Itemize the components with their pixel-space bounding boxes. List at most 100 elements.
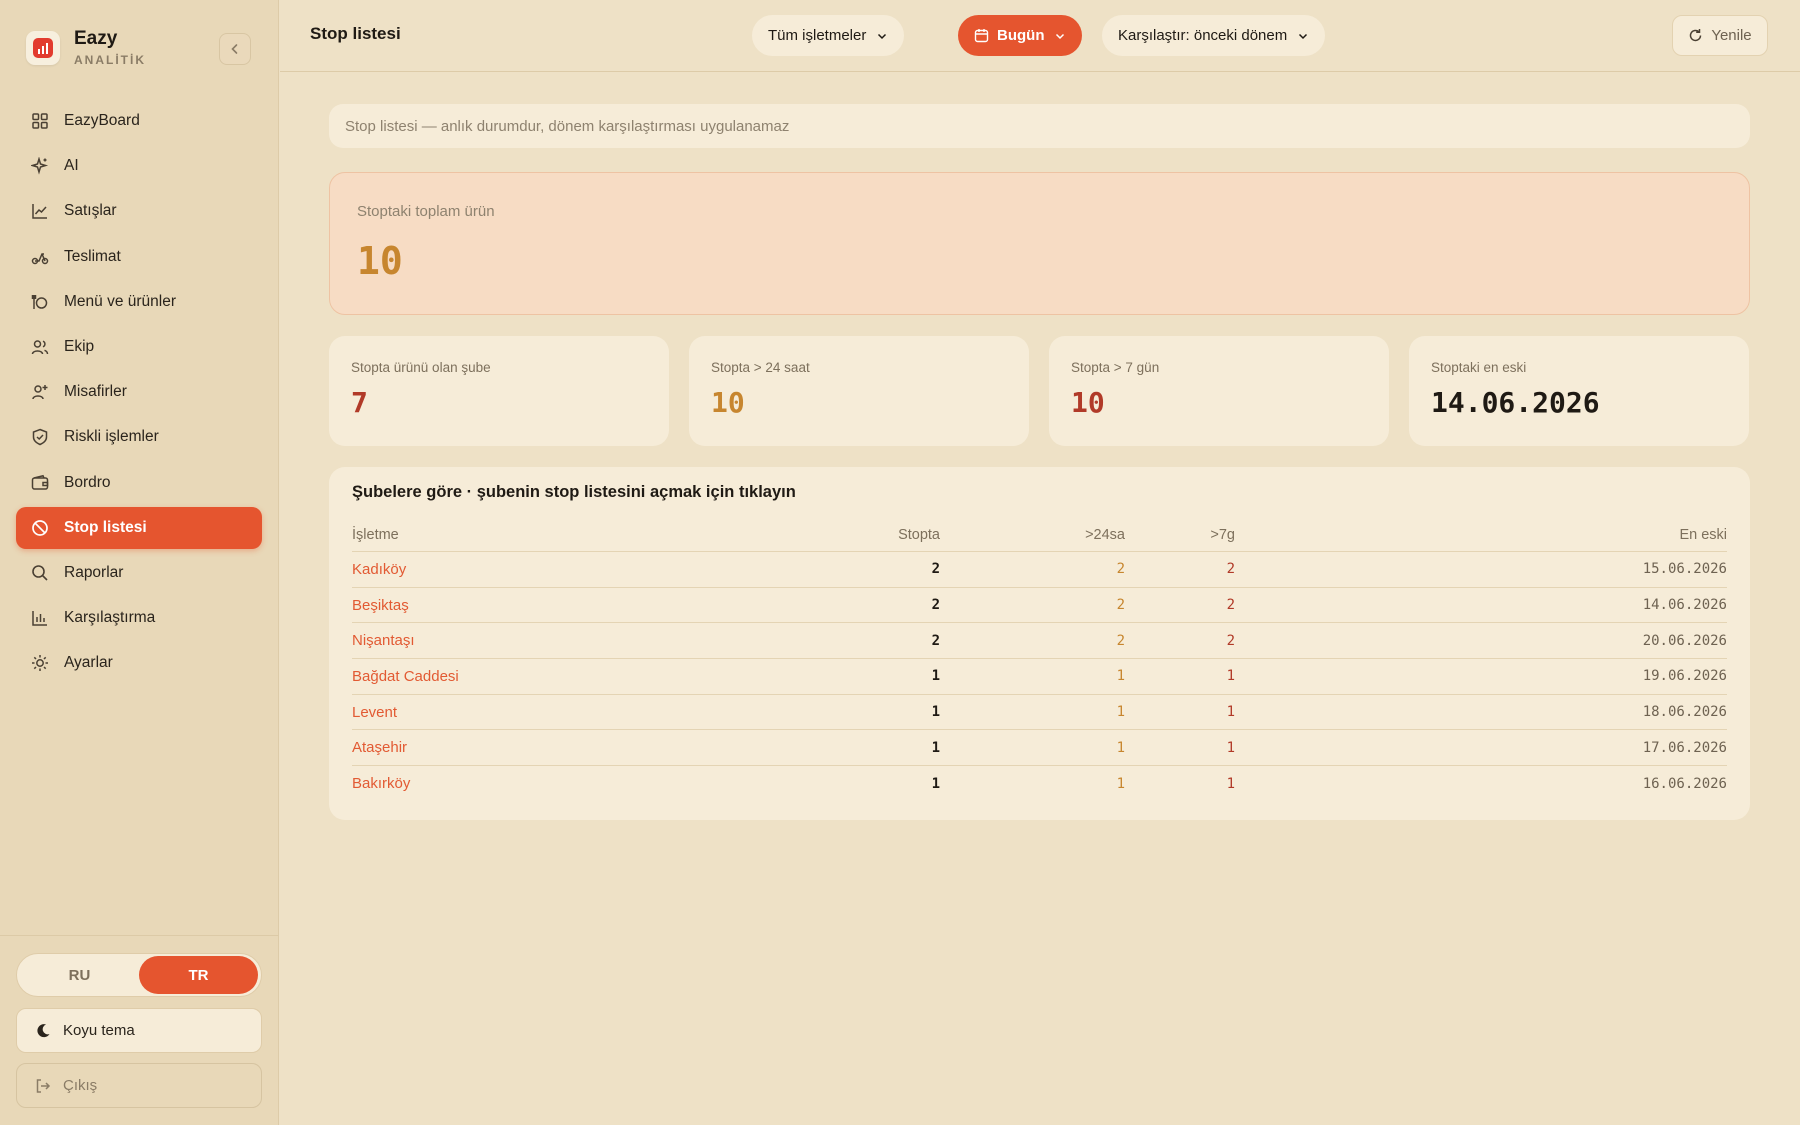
kpi-label: Stopta > 7 gün bbox=[1071, 360, 1160, 375]
branch-link[interactable]: Bakırköy bbox=[352, 766, 410, 802]
stop-count: 1 bbox=[931, 704, 940, 721]
refresh-icon bbox=[1688, 28, 1703, 43]
branch-link[interactable]: Bağdat Caddesi bbox=[352, 659, 459, 694]
sidebar-item-label: Stop listesi bbox=[64, 518, 147, 536]
sidebar-item-misafirler[interactable]: Misafirler bbox=[16, 371, 262, 413]
kpi-card-over-24h: Stopta > 24 saat 10 bbox=[689, 336, 1029, 446]
column-header-branch[interactable]: İşletme bbox=[352, 518, 399, 551]
sidebar-item-stop-listesi[interactable]: Stop listesi bbox=[16, 506, 262, 549]
lang-option-ru[interactable]: RU bbox=[20, 956, 139, 994]
sidebar-nav: EazyBoard AI Satışlar Teslimat Menü ve ü… bbox=[16, 100, 262, 687]
column-header-24h[interactable]: >24sa bbox=[1085, 518, 1125, 551]
wallet-icon bbox=[30, 473, 50, 493]
sidebar-divider bbox=[0, 935, 279, 936]
stop-count: 2 bbox=[931, 597, 940, 614]
compare-filter-value: Karşılaştır: önceki dönem bbox=[1118, 27, 1288, 44]
sidebar-item-ayarlar[interactable]: Ayarlar bbox=[16, 642, 262, 684]
sidebar-item-label: AI bbox=[64, 157, 79, 175]
oldest-date: 14.06.2026 bbox=[1642, 597, 1727, 614]
refresh-label: Yenile bbox=[1711, 27, 1752, 44]
table-row[interactable]: Beşiktaş 2 2 2 14.06.2026 bbox=[352, 588, 1727, 624]
sidebar: Eazy ANALİTİK EazyBoard AI Satışlar Tesl… bbox=[0, 0, 279, 1125]
chart-line-icon bbox=[30, 201, 50, 221]
table-row[interactable]: Nişantaşı 2 2 2 20.06.2026 bbox=[352, 623, 1727, 660]
user-plus-icon bbox=[30, 382, 50, 402]
sidebar-item-karsilastirma[interactable]: Karşılaştırma bbox=[16, 597, 262, 639]
sidebar-item-bordro[interactable]: Bordro bbox=[16, 462, 262, 504]
sidebar-item-label: Satışlar bbox=[64, 202, 117, 220]
sidebar-item-teslimat[interactable]: Teslimat bbox=[16, 236, 262, 278]
sidebar-item-ekip[interactable]: Ekip bbox=[16, 326, 262, 368]
kpi-label: Stoptaki en eski bbox=[1431, 360, 1527, 375]
logout-label: Çıkış bbox=[63, 1077, 98, 1094]
kpi-value: 7 bbox=[351, 386, 368, 419]
kpi-value: 10 bbox=[711, 386, 745, 419]
oldest-date: 20.06.2026 bbox=[1642, 632, 1727, 649]
column-header-stop[interactable]: Stopta bbox=[898, 518, 940, 551]
table-header-row: İşletme Stopta >24sa >7g En eski bbox=[352, 518, 1727, 552]
kpi-card-over-7d: Stopta > 7 gün 10 bbox=[1049, 336, 1389, 446]
over-7d-count: 2 bbox=[1226, 632, 1235, 649]
over-24h-count: 1 bbox=[1116, 775, 1125, 792]
dark-theme-label: Koyu tema bbox=[63, 1022, 135, 1039]
chevron-left-icon bbox=[231, 44, 238, 54]
oldest-date: 19.06.2026 bbox=[1642, 668, 1727, 685]
sidebar-item-raporlar[interactable]: Raporlar bbox=[16, 552, 262, 594]
sidebar-item-label: Misafirler bbox=[64, 383, 127, 401]
brand[interactable]: Eazy ANALİTİK bbox=[26, 28, 146, 67]
stop-count: 2 bbox=[931, 632, 940, 649]
sidebar-item-menu[interactable]: Menü ve ürünler bbox=[16, 281, 262, 323]
grid-icon bbox=[30, 111, 50, 131]
dark-theme-button[interactable]: Koyu tema bbox=[16, 1008, 262, 1053]
oldest-date: 15.06.2026 bbox=[1642, 561, 1727, 578]
sidebar-item-eazyboard[interactable]: EazyBoard bbox=[16, 100, 262, 142]
stop-count: 1 bbox=[931, 775, 940, 792]
branch-link[interactable]: Ataşehir bbox=[352, 730, 407, 765]
over-24h-count: 1 bbox=[1116, 739, 1125, 756]
stop-count: 1 bbox=[931, 739, 940, 756]
over-24h-count: 2 bbox=[1116, 597, 1125, 614]
table-row[interactable]: Levent 1 1 1 18.06.2026 bbox=[352, 695, 1727, 731]
logout-button[interactable]: Çıkış bbox=[16, 1063, 262, 1108]
scooter-icon bbox=[30, 247, 50, 267]
table-row[interactable]: Ataşehir 1 1 1 17.06.2026 bbox=[352, 730, 1727, 767]
sidebar-item-satislar[interactable]: Satışlar bbox=[16, 190, 262, 232]
snapshot-notice: Stop listesi — anlık durumdur, dönem kar… bbox=[329, 104, 1750, 148]
stop-count: 1 bbox=[931, 668, 940, 685]
column-header-oldest[interactable]: En eski bbox=[1679, 518, 1727, 551]
branch-link[interactable]: Kadıköy bbox=[352, 552, 406, 587]
compare-filter-dropdown[interactable]: Karşılaştır: önceki dönem bbox=[1102, 15, 1326, 56]
calendar-icon bbox=[974, 28, 989, 43]
over-24h-count: 1 bbox=[1116, 704, 1125, 721]
over-7d-count: 1 bbox=[1226, 668, 1235, 685]
lang-option-tr[interactable]: TR bbox=[139, 956, 258, 994]
shield-check-icon bbox=[30, 427, 50, 447]
table-row[interactable]: Bakırköy 1 1 1 16.06.2026 bbox=[352, 766, 1727, 802]
sidebar-item-riskli-islemler[interactable]: Riskli işlemler bbox=[16, 416, 262, 458]
over-7d-count: 2 bbox=[1226, 561, 1235, 578]
chevron-down-icon bbox=[1297, 30, 1309, 42]
branch-link[interactable]: Nişantaşı bbox=[352, 623, 415, 658]
branch-link[interactable]: Beşiktaş bbox=[352, 588, 409, 623]
table-row[interactable]: Kadıköy 2 2 2 15.06.2026 bbox=[352, 552, 1727, 588]
logout-icon bbox=[35, 1078, 51, 1094]
over-24h-count: 2 bbox=[1116, 632, 1125, 649]
kpi-value: 10 bbox=[1071, 386, 1105, 419]
sidebar-item-ai[interactable]: AI bbox=[16, 145, 262, 187]
brand-subtitle: ANALİTİK bbox=[74, 53, 146, 67]
bar-chart-icon bbox=[30, 608, 50, 628]
collapse-sidebar-button[interactable] bbox=[219, 33, 251, 65]
column-header-7d[interactable]: >7g bbox=[1210, 518, 1235, 551]
brand-name: Eazy bbox=[74, 28, 118, 49]
brand-logo-icon bbox=[26, 30, 60, 65]
branch-link[interactable]: Levent bbox=[352, 695, 397, 730]
business-filter-dropdown[interactable]: Tüm işletmeler bbox=[752, 15, 905, 56]
table-row[interactable]: Bağdat Caddesi 1 1 1 19.06.2026 bbox=[352, 659, 1727, 695]
sidebar-item-label: Menü ve ürünler bbox=[64, 292, 177, 310]
total-stop-value: 10 bbox=[357, 239, 403, 283]
branches-table-card: Şubelere göre · şubenin stop listesini a… bbox=[329, 467, 1750, 820]
business-filter-value: Tüm işletmeler bbox=[768, 27, 867, 44]
refresh-button[interactable]: Yenile bbox=[1672, 15, 1768, 56]
date-filter-dropdown[interactable]: Bugün bbox=[958, 15, 1083, 56]
search-icon bbox=[30, 563, 50, 583]
